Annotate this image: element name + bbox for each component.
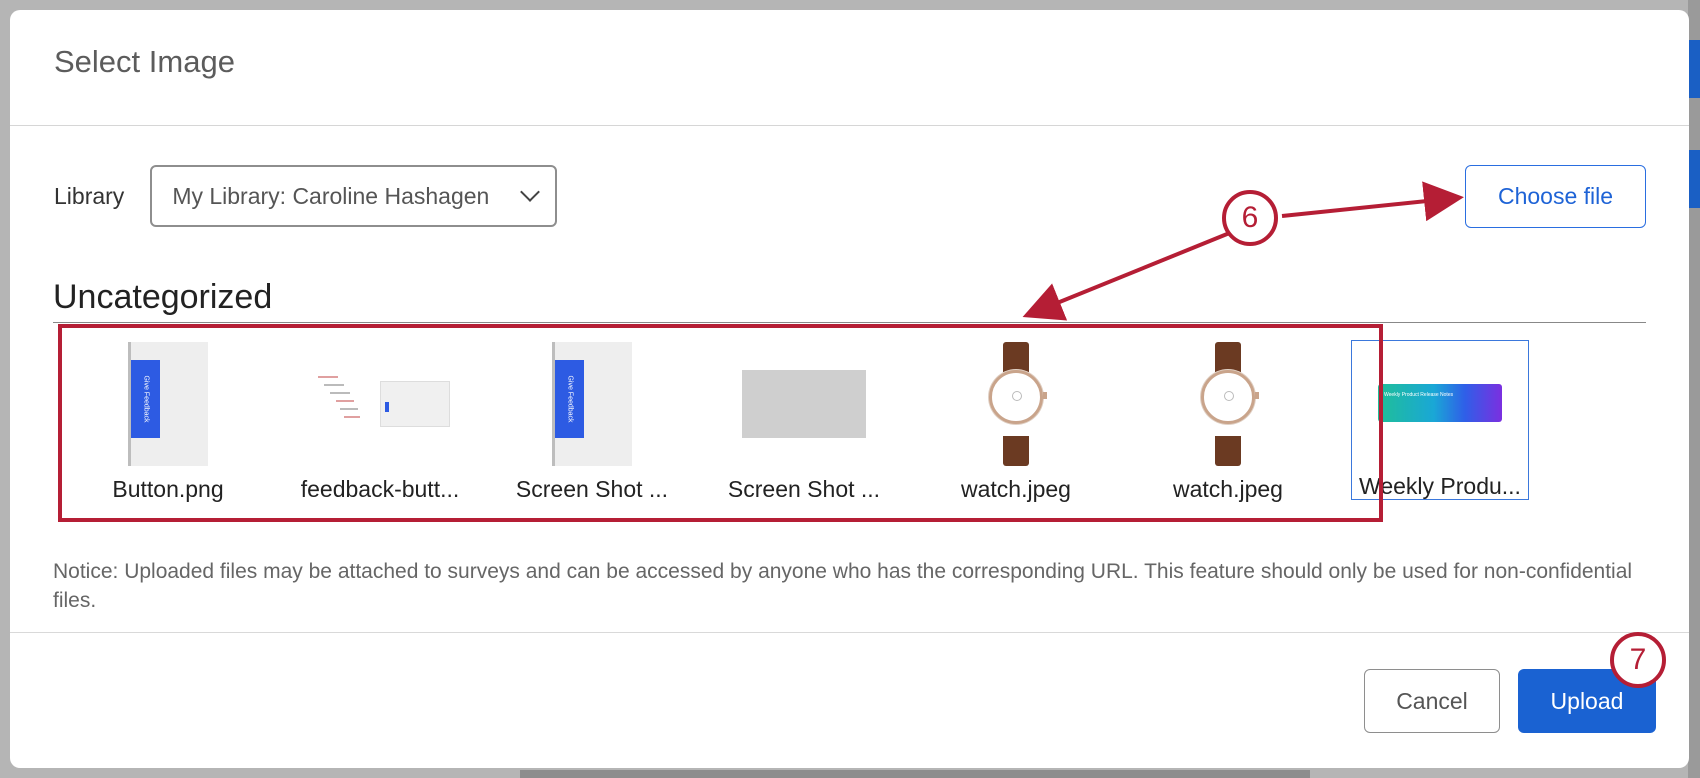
dialog-title: Select Image <box>54 43 235 79</box>
library-select-value: My Library: Caroline Hashagen <box>172 182 490 209</box>
chevron-down-icon <box>520 182 541 202</box>
backdrop-scrollbar <box>520 770 1310 778</box>
cancel-button[interactable]: Cancel <box>1364 669 1500 733</box>
thumb-caption: Weekly Product Release Notes <box>1384 391 1454 398</box>
notice-text: Notice: Uploaded files may be attached t… <box>53 560 1633 612</box>
library-label: Library <box>54 182 125 209</box>
annotation-highlight-box <box>58 324 1383 522</box>
dialog-header: Select Image <box>10 10 1689 126</box>
choose-file-button[interactable]: Choose file <box>1465 165 1646 228</box>
section-title: Uncategorized <box>53 278 273 316</box>
footer-divider <box>10 632 1689 633</box>
section-divider <box>53 322 1646 323</box>
annotation-callout: 6 <box>1222 190 1278 246</box>
select-image-dialog: Select Image Library My Library: Carolin… <box>10 10 1689 768</box>
backdrop <box>1688 0 1700 778</box>
library-select[interactable]: My Library: Caroline Hashagen <box>150 165 558 227</box>
library-row: Library My Library: Caroline Hashagen <box>54 165 558 227</box>
annotation-callout: 7 <box>1610 632 1666 688</box>
